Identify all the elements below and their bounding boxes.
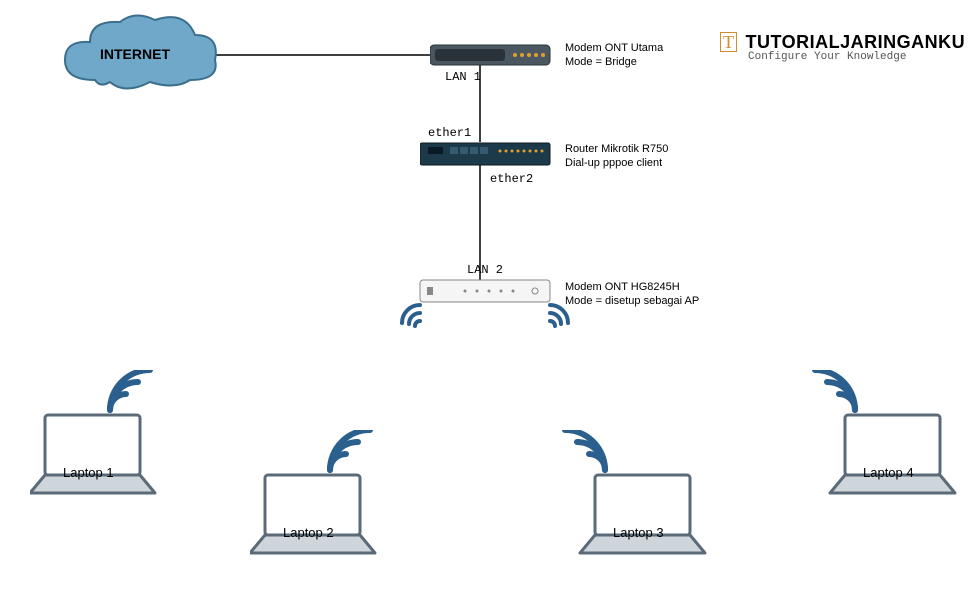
site-logo: T TUTORIALJARINGANKU Configure Your Know… xyxy=(720,32,965,63)
modem1-mode: Mode = Bridge xyxy=(565,56,637,68)
modem1-title: Modem ONT Utama xyxy=(565,42,663,54)
modem2-icon xyxy=(395,275,585,340)
router-port-in-label: ether1 xyxy=(428,126,471,140)
laptop3-icon xyxy=(560,430,710,560)
internet-label: INTERNET xyxy=(100,46,170,62)
logo-main-text: TUTORIALJARINGANKU xyxy=(745,32,965,52)
laptop4-label: Laptop 4 xyxy=(863,465,914,480)
modem2-mode: Mode = disetup sebagai AP xyxy=(565,295,699,307)
modem1-icon xyxy=(430,40,560,70)
modem2-title: Modem ONT HG8245H xyxy=(565,281,680,293)
laptop2-icon xyxy=(250,430,400,560)
router-port-out-label: ether2 xyxy=(490,172,533,186)
laptop3-label: Laptop 3 xyxy=(613,525,664,540)
logo-mark: T xyxy=(720,32,737,52)
router-icon xyxy=(420,140,560,170)
logo-sub-text: Configure Your Knowledge xyxy=(748,51,965,63)
laptop4-icon xyxy=(810,370,960,500)
laptop1-label: Laptop 1 xyxy=(63,465,114,480)
modem1-port-label: LAN 1 xyxy=(445,70,481,84)
laptop1-icon xyxy=(30,370,180,500)
laptop2-label: Laptop 2 xyxy=(283,525,334,540)
router-mode: Dial-up pppoe client xyxy=(565,157,662,169)
router-title: Router Mikrotik R750 xyxy=(565,143,668,155)
